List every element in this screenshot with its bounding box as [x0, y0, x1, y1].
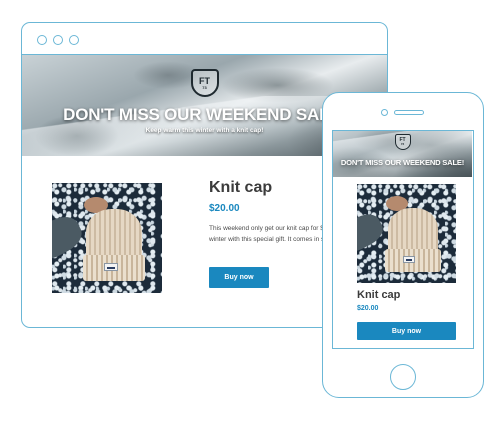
mobile-brand-logo: FT 73	[394, 134, 411, 150]
product-price: $20.00	[209, 203, 240, 214]
window-close-dot[interactable]	[37, 35, 47, 45]
arm-shape	[52, 210, 87, 266]
mobile-hero-banner: FT 73 DON'T MISS OUR WEEKEND SALE!	[333, 131, 472, 177]
knit-cap-shape	[86, 209, 142, 261]
product-image	[52, 183, 162, 293]
brand-logo-sub: 73	[202, 84, 207, 90]
mobile-product-price: $20.00	[357, 305, 379, 312]
mobile-buy-now-button[interactable]: Buy now	[357, 322, 456, 340]
mobile-hero-title: DON'T MISS OUR WEEKEND SALE!	[340, 158, 465, 167]
mobile-arm-shape	[357, 208, 388, 258]
brand-logo-text: FT	[199, 75, 210, 86]
phone-screen: FT 73 DON'T MISS OUR WEEKEND SALE! Knit …	[332, 130, 474, 349]
phone-speaker	[394, 110, 424, 115]
phone-camera	[381, 109, 388, 116]
window-maximize-dot[interactable]	[69, 35, 79, 45]
buy-now-button[interactable]: Buy now	[209, 267, 269, 288]
phone-home-button[interactable]	[390, 364, 416, 390]
window-minimize-dot[interactable]	[53, 35, 63, 45]
browser-title-bar	[22, 23, 387, 55]
mobile-knit-cap-shape	[388, 208, 438, 254]
mobile-product-name: Knit cap	[357, 289, 401, 301]
mobile-brand-logo-sub: 73	[400, 142, 405, 146]
product-name: Knit cap	[209, 179, 273, 196]
mobile-phone-frame: FT 73 DON'T MISS OUR WEEKEND SALE! Knit …	[322, 92, 484, 398]
mobile-cap-label-tag	[403, 256, 415, 263]
cap-label-tag	[104, 263, 118, 271]
mobile-product-image	[357, 184, 456, 283]
brand-logo: FT 73	[190, 69, 219, 97]
